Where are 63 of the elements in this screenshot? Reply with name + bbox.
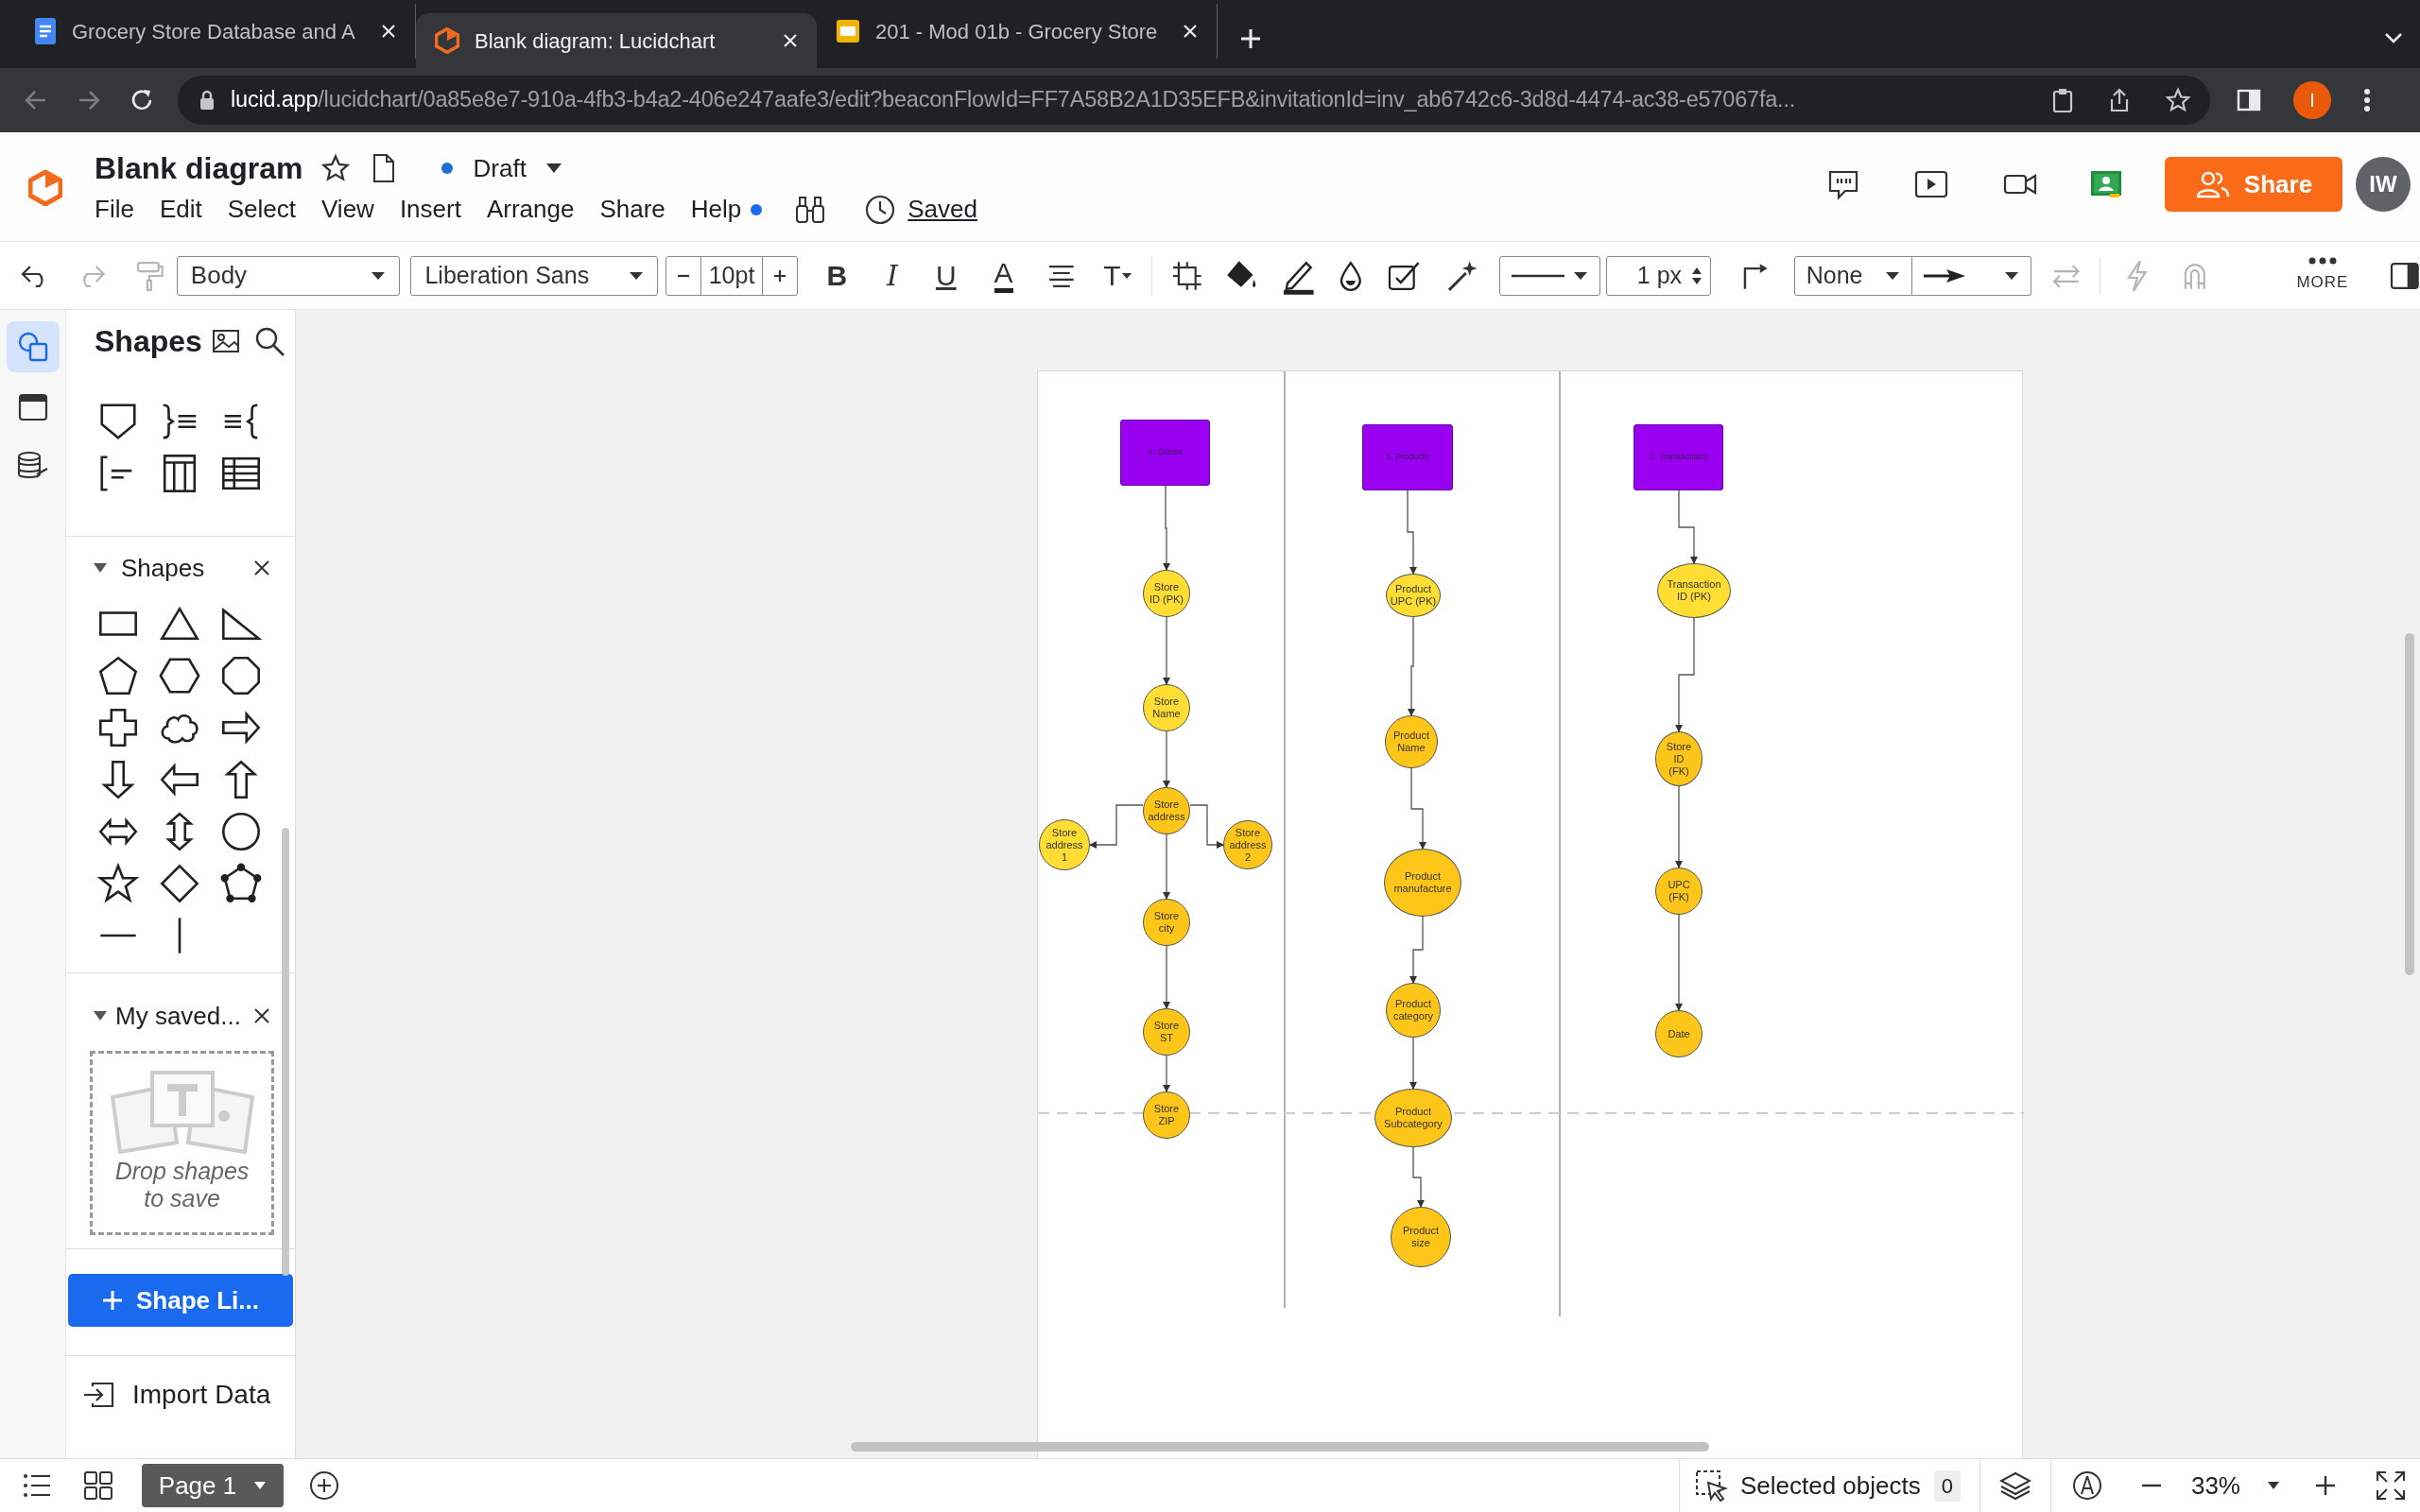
tab-title: 201 - Mod 01b - Grocery Store (875, 18, 1159, 45)
draft-status[interactable]: Draft (473, 149, 527, 187)
entity-box: 1. Stores (1120, 420, 1210, 486)
attribute-node: Product UPC (PK) (1386, 574, 1441, 617)
saved-link[interactable]: Saved (908, 191, 977, 228)
attribute-node: Store address (1143, 787, 1190, 834)
attribute-node: Store ST (1143, 1008, 1190, 1056)
attribute-node: Store ID (FK) (1655, 731, 1703, 786)
browser-tab[interactable]: 201 - Mod 01b - Grocery Store (817, 4, 1218, 59)
text-options-button[interactable]: T (1103, 254, 1132, 297)
attribute-node: Store address 2 (1223, 820, 1272, 869)
attribute-node: Store city (1143, 899, 1190, 946)
entity-box: 1. Products (1362, 424, 1453, 490)
document-title[interactable]: Blank diagram (95, 146, 303, 191)
attribute-node: Store ZIP (1143, 1091, 1190, 1139)
menu-item[interactable]: View (321, 191, 374, 228)
menu-item[interactable]: Insert (399, 191, 461, 228)
attribute-node: Store Name (1143, 684, 1190, 731)
attribute-node: Store address 1 (1039, 819, 1090, 870)
more-button[interactable]: MORE (2296, 256, 2349, 295)
font-dropdown[interactable]: Liberation Sans (410, 255, 658, 296)
drop-zone[interactable]: Drop shapes to save (90, 1051, 274, 1235)
section-title[interactable]: Shapes (121, 549, 205, 587)
attribute-node: Product Name (1385, 715, 1438, 768)
italic-button[interactable]: I (887, 254, 898, 297)
profile-avatar[interactable]: I (2293, 81, 2331, 119)
zoom-level[interactable]: 33% (2190, 1467, 2240, 1504)
selected-objects-label: Selected objects (1739, 1469, 1921, 1502)
url-text: lucid.app/lucidchart/0a85e8e7-910a-4fb3-b4a2-406e247aafe3/edit?beaconFlowId=FF7A58B2A1D35EFB&invitationId=inv_ab6742c6-3d8d-4474-ac38-e57067fa... (231, 86, 1796, 114)
selected-count: 0 (1933, 1469, 1961, 1502)
attribute-node: Product category (1386, 983, 1441, 1038)
bold-button[interactable]: B (826, 254, 848, 297)
panel-title: Shapes (95, 323, 202, 360)
attribute-node: Product size (1391, 1207, 1451, 1267)
import-data-link[interactable]: Import Data (132, 1375, 271, 1415)
page-tab[interactable]: Page 1 (142, 1464, 284, 1507)
text-style-dropdown[interactable]: Body (176, 255, 401, 296)
text-color-button[interactable]: A (994, 258, 1013, 293)
menu-item[interactable]: Share (599, 191, 666, 228)
menu-item[interactable]: Arrange (486, 191, 575, 228)
line-width-field[interactable]: 1 px (1606, 255, 1712, 296)
attribute-node: Product manufacture (1384, 849, 1461, 917)
attribute-node: Product Subcategory (1374, 1089, 1452, 1147)
browser-tab[interactable]: Grocery Store Database and A (15, 4, 416, 59)
menu-item[interactable]: Edit (159, 191, 202, 228)
address-bar[interactable]: lucid.app/lucidchart/0a85e8e7-910a-4fb3-b4a2-406e247aafe3/edit?beaconFlowId=FF7A58B2A1D35EFB&invitationId=inv_ab6742c6-3d8d-4474-ac38-e57067fa... (178, 76, 2210, 125)
attribute-node: UPC (FK) (1655, 868, 1703, 915)
underline-button[interactable]: U (935, 254, 957, 297)
attribute-node: Transaction ID (PK) (1657, 563, 1731, 618)
attribute-node: Date (1655, 1010, 1703, 1057)
shape-library-button[interactable]: Shape Li... (68, 1274, 293, 1327)
section-title[interactable]: My saved... (115, 997, 241, 1035)
drop-hint: Drop shapes to save (113, 1158, 251, 1212)
tab-title: Blank diagram: Lucidchart (475, 27, 717, 55)
user-avatar[interactable]: IW (2356, 157, 2411, 212)
menu-item[interactable]: Help (690, 191, 742, 228)
browser-tab[interactable]: Blank diagram: Lucidchart (416, 13, 817, 68)
menu-item[interactable]: Select (227, 191, 296, 228)
menu-item[interactable]: File (95, 191, 134, 228)
entity-box: 1. Transactions (1634, 424, 1723, 490)
attribute-node: Store ID (PK) (1143, 570, 1190, 617)
tab-title: Grocery Store Database and A (72, 18, 356, 45)
line-start-dropdown[interactable]: None (1793, 255, 1912, 296)
